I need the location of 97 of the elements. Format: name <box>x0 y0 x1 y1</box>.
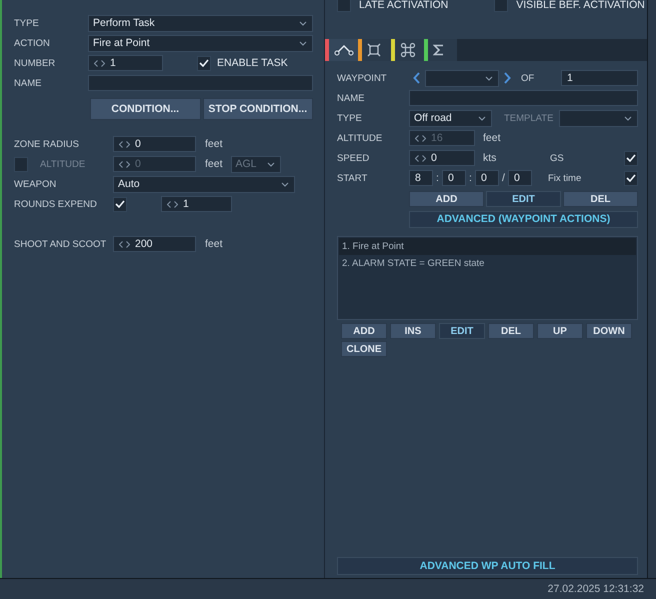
checkbox-label: ENABLE TASK <box>217 57 288 69</box>
checkmark-icon <box>199 59 209 67</box>
action-button[interactable]: CLONE <box>341 341 387 357</box>
field-label: ALTITUDE <box>337 132 384 144</box>
checkmark-icon <box>115 200 125 208</box>
field-label: ZONE RADIUS <box>14 138 80 150</box>
days-field[interactable]: 0 <box>508 170 532 186</box>
chevron-down-icon <box>485 76 493 80</box>
checkbox-label: VISIBLE BEF. ACTIVATION <box>516 0 645 10</box>
action-button[interactable]: UP <box>537 323 583 339</box>
checkmark-icon <box>626 154 636 162</box>
waypoint-button[interactable]: ADD <box>409 191 484 207</box>
chevron-down-icon <box>299 20 307 26</box>
field-label: ACTION <box>14 38 51 48</box>
enable-task-checkbox[interactable] <box>197 56 211 70</box>
time-separator: : <box>435 172 440 184</box>
action-button[interactable]: DOWN <box>586 323 632 339</box>
activation-checkbox[interactable] <box>494 0 508 12</box>
panel-tab[interactable] <box>391 39 424 61</box>
minutes-field[interactable]: 0 <box>442 170 466 186</box>
template-dropdown[interactable] <box>559 110 638 126</box>
route-icon <box>334 44 354 56</box>
spinner-arrows-icon <box>167 200 178 208</box>
field-label: WAYPOINT <box>337 72 388 84</box>
square-target-icon <box>367 43 381 57</box>
field-label: WEAPON <box>14 178 58 190</box>
field-label: START <box>337 172 368 184</box>
shoot-and-scoot-field[interactable]: 200 <box>113 236 196 252</box>
field-label: NAME <box>14 78 42 88</box>
seconds-field[interactable]: 0 <box>475 170 499 186</box>
spinner-arrows-icon <box>94 60 105 66</box>
waypoint-count-field[interactable]: 1 <box>561 70 638 86</box>
number-field[interactable]: 1 <box>88 55 163 71</box>
action-button[interactable]: EDIT <box>439 323 485 339</box>
time-separator: / <box>501 172 506 184</box>
field-label: GS <box>550 152 565 164</box>
spinner-arrows-icon <box>119 140 130 148</box>
action-button[interactable]: INS <box>390 323 436 339</box>
weapon-dropdown[interactable]: Auto <box>113 176 295 192</box>
time-separator: : <box>468 172 473 184</box>
condition-button[interactable]: CONDITION... <box>90 98 200 120</box>
spinner-arrows-icon <box>119 240 130 248</box>
spinner-arrows-icon <box>119 160 130 168</box>
rounds-expend-checkbox[interactable] <box>113 196 127 212</box>
unit-label: feet <box>205 238 223 250</box>
chevron-down-icon <box>624 116 632 120</box>
unit-label: feet <box>483 132 501 144</box>
action-button[interactable]: ADD <box>341 323 387 339</box>
panel-tab[interactable] <box>424 39 457 61</box>
condition-button[interactable]: STOP CONDITION... <box>202 98 313 120</box>
waypoint-name-field[interactable] <box>409 90 638 106</box>
field-label: NUMBER <box>14 58 56 68</box>
waypoint-dropdown[interactable] <box>425 70 499 86</box>
unit-label: feet <box>205 138 223 150</box>
waypoint-button[interactable]: EDIT <box>486 191 561 207</box>
chevron-down-icon <box>478 116 486 120</box>
command-key-icon <box>400 42 416 58</box>
chevron-down-icon <box>299 40 307 46</box>
spinner-arrows-icon <box>415 134 426 142</box>
action-dropdown[interactable]: Fire at Point <box>88 34 313 52</box>
advanced-waypoint-actions-button[interactable]: ADVANCED (WAYPOINT ACTIONS) <box>409 210 638 228</box>
zone-radius-field[interactable]: 0 <box>113 136 196 152</box>
sigma-icon <box>433 44 444 56</box>
chevron-down-icon <box>266 162 275 166</box>
hours-field[interactable]: 8 <box>409 170 433 186</box>
activation-checkbox[interactable] <box>337 0 351 12</box>
waypoint-button[interactable]: DEL <box>563 191 638 207</box>
name-field[interactable] <box>88 75 313 91</box>
field-label: TYPE <box>14 18 40 28</box>
speed-field[interactable]: 0 <box>409 150 475 166</box>
field-label: ROUNDS EXPEND <box>14 198 98 210</box>
unit-label: kts <box>483 152 498 164</box>
auto-fill-button[interactable]: ADVANCED WP AUTO FILL <box>337 557 638 576</box>
unit-label: feet <box>205 158 223 170</box>
panel-tab[interactable] <box>325 39 358 61</box>
action-list-item[interactable]: 2. ALARM STATE = GREEN state <box>339 255 636 272</box>
field-label: TEMPLATE <box>504 112 554 124</box>
field-label: ALTITUDE <box>40 158 86 170</box>
fix-time-checkbox[interactable] <box>624 170 638 186</box>
field-label: SHOOT AND SCOOT <box>14 238 108 250</box>
spinner-arrows-icon <box>415 154 426 162</box>
panel-tab[interactable] <box>358 39 391 61</box>
field-label: TYPE <box>337 112 363 124</box>
action-button[interactable]: DEL <box>488 323 534 339</box>
field-label: Fix time <box>548 172 582 184</box>
date-time-label: 27.02.2025 12:31:32 <box>548 583 644 596</box>
gs-checkbox[interactable] <box>624 150 638 166</box>
field-label: OF <box>521 72 536 84</box>
waypoint-type-dropdown[interactable]: Off road <box>409 110 492 126</box>
checkbox-label: LATE ACTIVATION <box>359 0 448 10</box>
checkmark-icon <box>626 174 636 182</box>
type-dropdown[interactable]: Perform Task <box>88 14 313 32</box>
field-label: SPEED <box>337 152 370 164</box>
rounds-field[interactable]: 1 <box>161 196 232 212</box>
action-list-item[interactable]: 1. Fire at Point <box>339 238 636 255</box>
chevron-down-icon <box>281 182 289 186</box>
field-label: NAME <box>337 92 366 104</box>
